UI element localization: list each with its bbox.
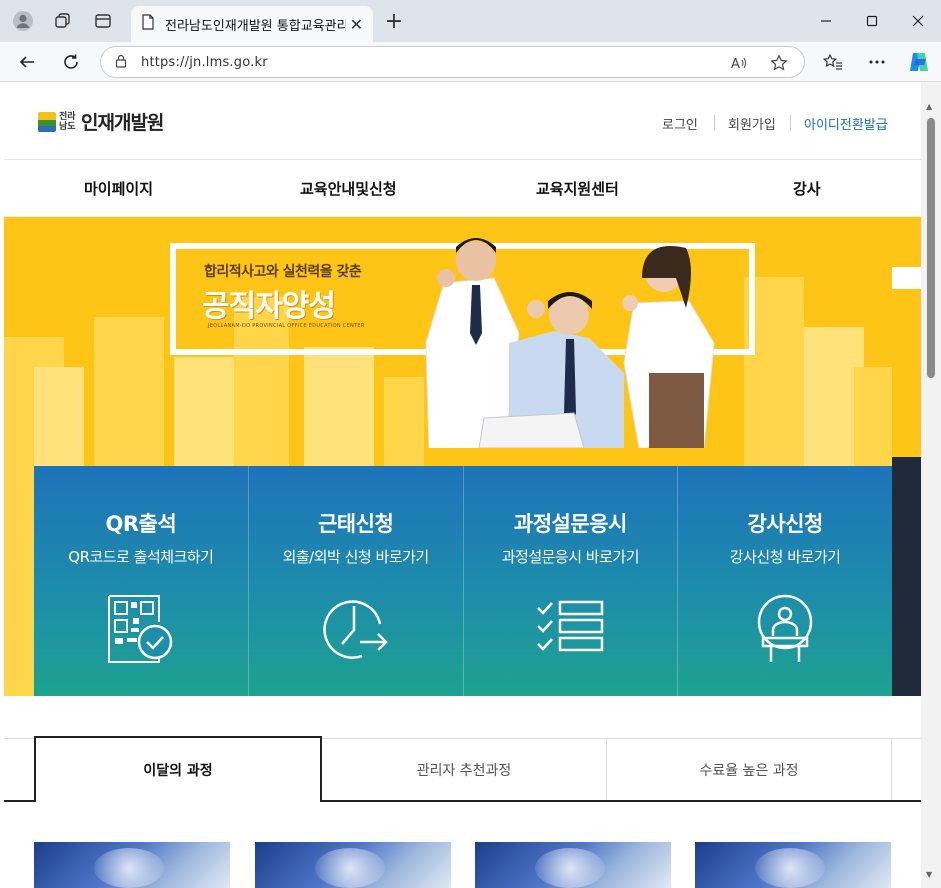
logo-title: 인재개발원 [81,112,164,134]
util-divider [714,115,715,131]
new-tab-button[interactable]: + [380,7,408,35]
hero-subtitle: 합리적사고와 실천력을 갖춘 [204,264,362,280]
banner-side-image [892,457,921,696]
main-navigation: 마이페이지 교육안내및신청 교육지원센터 강사 [4,160,921,217]
clock-arrow-icon [322,600,388,659]
browser-tab-bar: 전라남도인재개발원 통합교육관리시스템 ✕ + [0,0,941,42]
more-menu-icon[interactable] [862,47,892,77]
nav-item-lecturer[interactable]: 강사 [793,178,821,199]
banner-side-tab [892,267,921,289]
url-field[interactable]: https://jn.lms.go.kr A [100,46,805,78]
quick-menu-title: 강사신청 [747,512,823,536]
nav-item-support-center[interactable]: 교육지원센터 [536,178,619,199]
minimize-button[interactable] [806,8,846,34]
course-card[interactable] [34,842,230,888]
quick-menu-qr-attendance[interactable]: QR출석 QR코드로 출석체크하기 [34,466,249,696]
util-divider [790,115,791,131]
quick-menu-title: 근태신청 [317,512,394,536]
maximize-button[interactable] [852,8,892,34]
workspaces-icon[interactable] [48,7,78,35]
tab-this-month-courses[interactable]: 이달의 과정 [34,736,322,802]
url-text: https://jn.lms.go.kr [141,54,268,70]
active-browser-tab[interactable]: 전라남도인재개발원 통합교육관리시스템 ✕ [131,6,373,42]
back-arrow-icon[interactable] [12,47,42,77]
course-tabs: 이달의 과정 관리자 추천과정 수료율 높은 과정 [4,736,921,802]
tab-close-icon[interactable]: ✕ [350,15,363,34]
profile-icon[interactable] [8,7,38,35]
quick-menu-subtitle: 과정설문응시 바로가기 [501,548,640,566]
quick-menu-subtitle: 강사신청 바로가기 [729,548,841,566]
site-header: 전라남도 인재개발원 로그인 회원가입 아이디전환발급 [4,82,921,160]
quick-menu-attendance-request[interactable]: 근태신청 외출/외박 신청 바로가기 [249,466,464,696]
login-link[interactable]: 로그인 [662,114,698,133]
course-card[interactable] [695,842,891,888]
hero-english-caption: JEOLLANAM-DO PROVINCIAL OFFICE EDUCATION… [208,323,365,329]
checklist-icon [537,600,604,652]
course-card-list [34,842,892,888]
quick-menu-lecturer-apply[interactable]: 강사신청 강사신청 바로가기 [678,466,892,696]
lecturer-podium-icon [757,594,813,662]
scroll-up-arrow-icon[interactable]: ▲ [926,102,932,111]
signup-link[interactable]: 회원가입 [728,114,776,133]
logo-region-text: 전라남도 [59,111,76,132]
quick-menu-subtitle: 외출/외박 신청 바로가기 [282,548,430,566]
quick-menu: QR출석 QR코드로 출석체크하기 근태신청 외출/외박 신청 바로가기 과정설… [34,466,892,696]
tab-high-completion-courses[interactable]: 수료율 높은 과정 [607,738,892,800]
quick-menu-course-survey[interactable]: 과정설문응시 과정설문응시 바로가기 [464,466,679,696]
lock-icon[interactable] [115,53,127,72]
tab-actions-icon[interactable] [88,7,118,35]
quick-menu-title: QR출석 [105,512,177,536]
course-card[interactable] [255,842,451,888]
site-logo[interactable]: 전라남도 인재개발원 [38,108,164,135]
logo-emblem-icon [38,111,56,132]
nav-item-mypage[interactable]: 마이페이지 [84,178,153,199]
browser-address-bar: https://jn.lms.go.kr A [0,42,941,82]
page-file-icon [141,14,155,34]
nav-item-education[interactable]: 교육안내및신청 [300,178,397,199]
qr-check-icon [107,595,173,663]
quick-menu-title: 과정설문응시 [513,512,627,536]
tab-recommended-courses[interactable]: 관리자 추천과정 [322,738,607,800]
scrollbar-thumb[interactable] [927,118,935,378]
hero-title: 공직자양성 [202,289,336,324]
hero-people-image [425,238,715,448]
favorites-icon[interactable] [818,47,848,77]
favorite-star-icon[interactable] [767,51,791,75]
svg-text:A: A [731,57,740,71]
refresh-icon[interactable] [56,47,86,77]
quick-menu-subtitle: QR코드로 출석체크하기 [68,548,214,566]
tab-title: 전라남도인재개발원 통합교육관리시스템 [165,18,346,34]
close-window-button[interactable] [898,8,938,34]
id-conversion-link[interactable]: 아이디전환발급 [804,114,888,133]
hero-banner: 합리적사고와 실천력을 갖춘 공직자양성 JEOLLANAM-DO PROVIN… [4,217,921,696]
page-viewport: 전라남도 인재개발원 로그인 회원가입 아이디전환발급 마이페이지 교육안내및신… [4,82,921,888]
page-scrollbar[interactable]: ▲ ▼ [921,82,941,888]
copilot-icon[interactable] [904,47,934,77]
scroll-down-arrow-icon[interactable]: ▼ [926,870,932,879]
read-aloud-icon[interactable]: A [727,51,751,75]
course-card[interactable] [475,842,671,888]
